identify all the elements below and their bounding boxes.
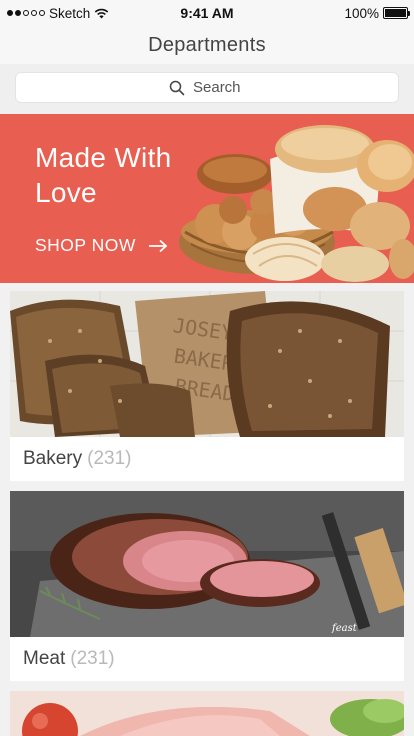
carrier-group: Sketch [7,6,147,21]
bread-basket-image [179,125,414,282]
department-card-bakery[interactable]: JOSEY BAKER BREAD Bakery (231) [10,291,404,481]
deli-image [10,691,404,736]
svg-text:feast: feast [331,623,358,634]
bakery-image: JOSEY BAKER BREAD [10,291,404,437]
battery-icon [383,7,410,19]
department-count: (231) [87,448,132,469]
promo-banner[interactable]: Made With Love SHOP NOW [0,114,414,283]
department-name: Meat [23,648,66,669]
search-field[interactable] [15,72,399,103]
arrow-right-icon [148,239,168,252]
department-count: (231) [70,648,115,669]
navigation-bar: Departments [0,26,414,64]
shop-now-label: SHOP NOW [35,235,136,255]
department-name: Bakery [23,448,83,469]
status-bar: Sketch 9:41 AM 100% [0,0,414,26]
department-card-partial[interactable] [10,691,404,736]
search-input[interactable] [193,79,245,96]
battery-percent: 100% [344,5,379,21]
search-icon [169,80,185,95]
battery-group: 100% [268,5,410,21]
department-label: Bakery (231) [10,437,404,481]
signal-strength-icon [7,10,45,16]
department-card-meat[interactable]: feast Meat (231) [10,491,404,681]
wifi-icon [95,8,109,18]
page-title: Departments [148,33,266,56]
search-bar [0,64,414,114]
battery-level [385,9,406,17]
meat-image: feast [10,491,404,637]
carrier-name: Sketch [49,5,91,21]
department-label: Meat (231) [10,637,404,681]
shop-now-button[interactable]: SHOP NOW [35,235,168,256]
